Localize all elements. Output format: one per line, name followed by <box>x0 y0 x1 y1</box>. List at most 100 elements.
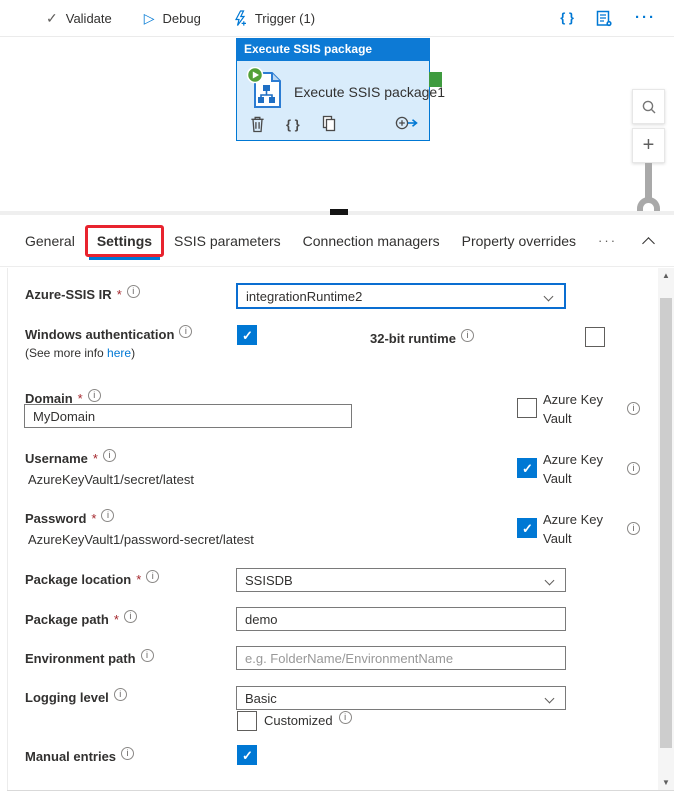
see-more-prefix: (See more info <box>25 346 107 360</box>
see-more-info-text: (See more info here) <box>25 346 135 360</box>
logging-level-label-text: Logging level <box>25 690 109 705</box>
zoom-slider-track[interactable] <box>645 163 652 199</box>
package-path-label: Package path * <box>25 612 137 627</box>
required-mark: * <box>136 572 141 587</box>
manual-entries-label-text: Manual entries <box>25 749 116 764</box>
info-icon[interactable] <box>88 389 101 402</box>
execute-ssis-activity-node[interactable]: Execute SSIS package Execute SSIS packag… <box>236 38 430 141</box>
logging-level-label: Logging level <box>25 690 127 705</box>
more-actions-icon[interactable] <box>635 9 656 27</box>
required-mark: * <box>117 287 122 302</box>
activity-name: Execute SSIS package1 <box>294 84 445 100</box>
manual-entries-label: Manual entries <box>25 749 134 764</box>
adf-pipeline-editor: Validate Debug Trigger (1) <box>0 0 674 803</box>
info-icon[interactable] <box>124 610 137 623</box>
toolbar-right-group <box>560 9 674 27</box>
username-akv-checkbox[interactable] <box>517 458 537 478</box>
bit32-label: 32-bit runtime <box>370 331 474 346</box>
domain-input[interactable] <box>24 404 352 428</box>
delete-icon[interactable] <box>250 115 265 133</box>
info-icon[interactable] <box>101 509 114 522</box>
username-label: Username * <box>25 451 116 466</box>
password-akv-checkbox[interactable] <box>517 518 537 538</box>
info-icon[interactable] <box>627 462 640 475</box>
domain-akv-label: Azure Key Vault <box>543 391 615 429</box>
logging-level-dropdown[interactable]: Basic <box>236 686 566 710</box>
tab-settings[interactable]: Settings <box>97 233 152 249</box>
windows-auth-label: Windows authentication <box>25 327 192 342</box>
info-icon[interactable] <box>141 649 154 662</box>
password-label-text: Password <box>25 511 86 526</box>
see-more-link[interactable]: here <box>107 346 131 360</box>
activity-node-header: Execute SSIS package <box>236 38 430 61</box>
package-location-value: SSISDB <box>245 573 293 588</box>
info-icon[interactable] <box>627 402 640 415</box>
info-icon[interactable] <box>121 747 134 760</box>
password-label: Password * <box>25 511 114 526</box>
customized-label-text: Customized <box>264 713 333 728</box>
tab-ssis-parameters[interactable]: SSIS parameters <box>174 233 281 249</box>
info-icon[interactable] <box>627 522 640 535</box>
configuration-tabbar: General Settings SSIS parameters Connect… <box>0 215 674 267</box>
package-location-dropdown[interactable]: SSISDB <box>236 568 566 592</box>
info-icon[interactable] <box>127 285 140 298</box>
see-more-suffix: ) <box>131 346 135 360</box>
scroll-up-arrow-icon[interactable] <box>658 271 674 280</box>
tab-property-overrides[interactable]: Property overrides <box>462 233 576 249</box>
manual-entries-checkbox[interactable] <box>237 745 257 765</box>
environment-path-input[interactable] <box>236 646 566 670</box>
toolbar-left-group: Validate Debug Trigger (1) <box>0 10 315 27</box>
bit32-checkbox[interactable] <box>585 327 605 347</box>
code-view-icon[interactable] <box>560 9 574 27</box>
info-icon[interactable] <box>146 570 159 583</box>
clone-icon[interactable] <box>321 115 337 133</box>
domain-akv-checkbox[interactable] <box>517 398 537 418</box>
zoom-to-fit-button[interactable] <box>632 89 665 124</box>
code-icon[interactable]: { } <box>286 117 300 132</box>
debug-label: Debug <box>163 11 201 26</box>
username-label-text: Username <box>25 451 88 466</box>
add-output-icon[interactable] <box>395 115 419 131</box>
lightning-icon <box>233 10 247 27</box>
password-value: AzureKeyVault1/password-secret/latest <box>28 532 254 547</box>
required-mark: * <box>93 451 98 466</box>
windows-auth-label-text: Windows authentication <box>25 327 174 342</box>
tab-connection-managers[interactable]: Connection managers <box>303 233 440 249</box>
info-icon[interactable] <box>114 688 127 701</box>
package-path-input[interactable] <box>236 607 566 631</box>
trigger-button[interactable]: Trigger (1) <box>233 10 315 27</box>
validate-button[interactable]: Validate <box>46 10 112 27</box>
info-icon[interactable] <box>179 325 192 338</box>
output-connector-handle[interactable] <box>429 72 442 87</box>
properties-icon[interactable] <box>596 10 613 27</box>
bit32-label-text: 32-bit runtime <box>370 331 456 346</box>
windows-auth-checkbox[interactable] <box>237 325 257 345</box>
panel-scrollbar[interactable] <box>658 268 674 790</box>
activity-action-bar: { } <box>250 115 337 133</box>
collapse-panel-chevron-icon[interactable] <box>639 231 656 251</box>
chevron-down-icon <box>545 576 555 586</box>
info-icon[interactable] <box>103 449 116 462</box>
tab-settings-label: Settings <box>97 233 152 249</box>
tab-general[interactable]: General <box>25 233 75 249</box>
azure-ssis-ir-dropdown[interactable]: integrationRuntime2 <box>236 283 566 309</box>
scroll-down-arrow-icon[interactable] <box>658 778 674 787</box>
azure-ssis-ir-label-text: Azure-SSIS IR <box>25 287 112 302</box>
check-icon <box>46 10 58 27</box>
pipeline-toolbar: Validate Debug Trigger (1) <box>0 0 674 37</box>
panel-bottom-border <box>7 790 674 791</box>
scrollbar-thumb[interactable] <box>660 298 672 748</box>
validate-label: Validate <box>66 11 112 26</box>
debug-button[interactable]: Debug <box>144 10 201 27</box>
customized-checkbox[interactable] <box>237 711 257 731</box>
panel-left-border <box>7 268 8 790</box>
info-icon[interactable] <box>339 711 352 724</box>
logging-level-value: Basic <box>245 691 277 706</box>
package-location-label: Package location * <box>25 572 159 587</box>
activity-node-body: Execute SSIS package1 { } <box>236 61 430 141</box>
chevron-down-icon <box>544 292 554 302</box>
tab-overflow-icon[interactable] <box>598 232 617 250</box>
zoom-in-button[interactable] <box>632 128 665 163</box>
info-icon[interactable] <box>461 329 474 342</box>
package-path-label-text: Package path <box>25 612 109 627</box>
